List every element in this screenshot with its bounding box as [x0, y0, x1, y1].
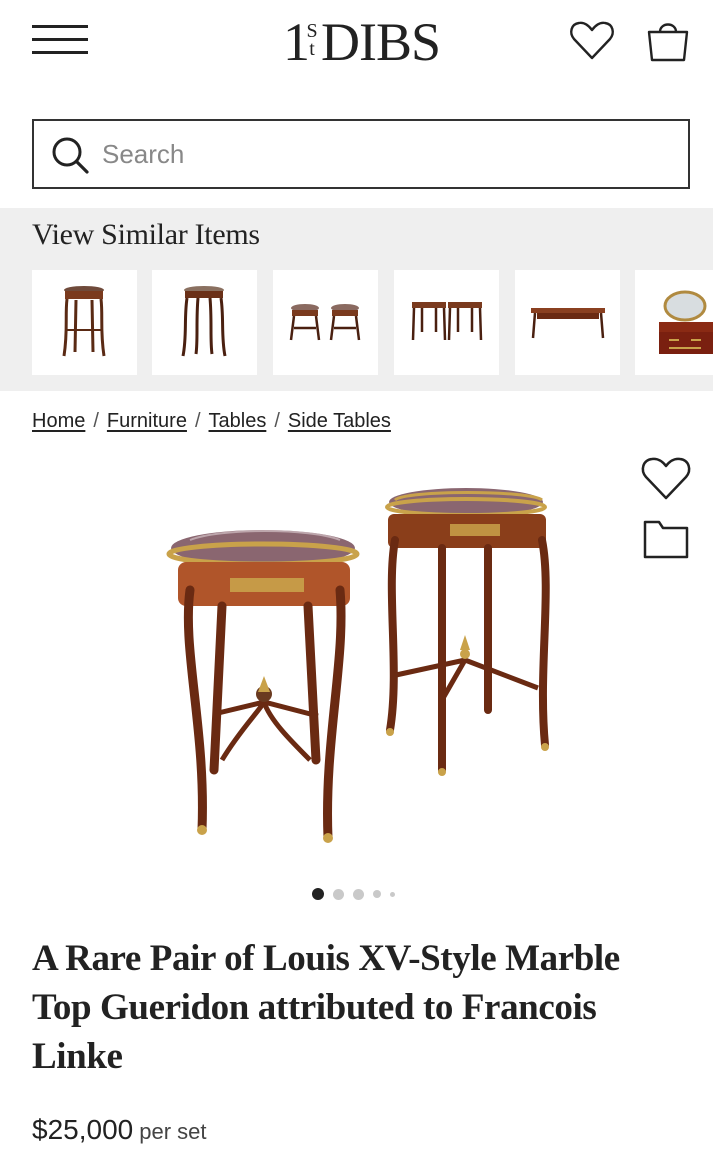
breadcrumb-link-furniture[interactable]: Furniture	[107, 410, 187, 432]
round-side-table-thumb	[62, 286, 106, 357]
carousel-dot[interactable]	[390, 891, 395, 897]
breadcrumb-separator: /	[194, 410, 201, 432]
breadcrumb-link-side-tables[interactable]: Side Tables	[288, 410, 391, 432]
vanity-dresser-thumb	[659, 290, 713, 354]
logo-name: DIBS	[321, 12, 441, 72]
save-favorite-heart-icon[interactable]	[640, 452, 692, 504]
logo-superscript: S t	[306, 20, 318, 60]
product-image[interactable]	[150, 470, 570, 860]
similar-items-section: View Similar Items	[0, 208, 713, 391]
site-logo[interactable]: 1 S t DIBS	[283, 8, 443, 72]
pair-of-consoles-thumb	[411, 302, 483, 341]
gueridon-tables-photo	[166, 488, 550, 843]
shopping-bag-icon[interactable]	[644, 16, 692, 64]
add-to-folder-icon[interactable]	[642, 518, 690, 560]
search-icon	[50, 135, 90, 175]
similar-item-thumb[interactable]	[32, 270, 137, 375]
carousel-dot[interactable]	[353, 888, 364, 900]
breadcrumb-separator: /	[93, 410, 99, 432]
similar-item-thumb[interactable]	[273, 270, 378, 375]
breadcrumb: Home / Furniture / Tables / Side Tables	[32, 410, 391, 433]
favorites-heart-icon[interactable]	[568, 16, 616, 64]
carousel-dot[interactable]	[312, 888, 324, 900]
similar-item-thumb[interactable]	[152, 270, 257, 375]
tall-gueridon-thumb	[181, 286, 227, 357]
price-amount: $25,000	[32, 1114, 134, 1145]
pair-of-tables-thumb	[289, 304, 361, 341]
breadcrumb-link-home[interactable]: Home	[32, 410, 85, 432]
similar-item-thumb[interactable]	[635, 270, 713, 375]
hamburger-menu-icon[interactable]	[32, 24, 88, 56]
similar-item-thumb[interactable]	[515, 270, 620, 375]
breadcrumb-link-tables[interactable]: Tables	[209, 410, 267, 432]
search-bar[interactable]	[32, 119, 690, 189]
search-input[interactable]	[102, 131, 672, 177]
app-header: 1 S t DIBS	[0, 0, 713, 90]
writing-desk-thumb	[531, 308, 605, 339]
product-price: $25,000 per set	[32, 1114, 206, 1146]
price-unit: per set	[139, 1119, 207, 1144]
product-title: A Rare Pair of Louis XV-Style Marble Top…	[32, 938, 620, 1077]
breadcrumb-separator: /	[274, 410, 280, 432]
similar-items-title: View Similar Items	[32, 218, 260, 251]
image-carousel-dots	[312, 886, 412, 902]
carousel-dot[interactable]	[373, 890, 381, 898]
similar-item-thumb[interactable]	[394, 270, 499, 375]
carousel-dot[interactable]	[333, 888, 344, 900]
